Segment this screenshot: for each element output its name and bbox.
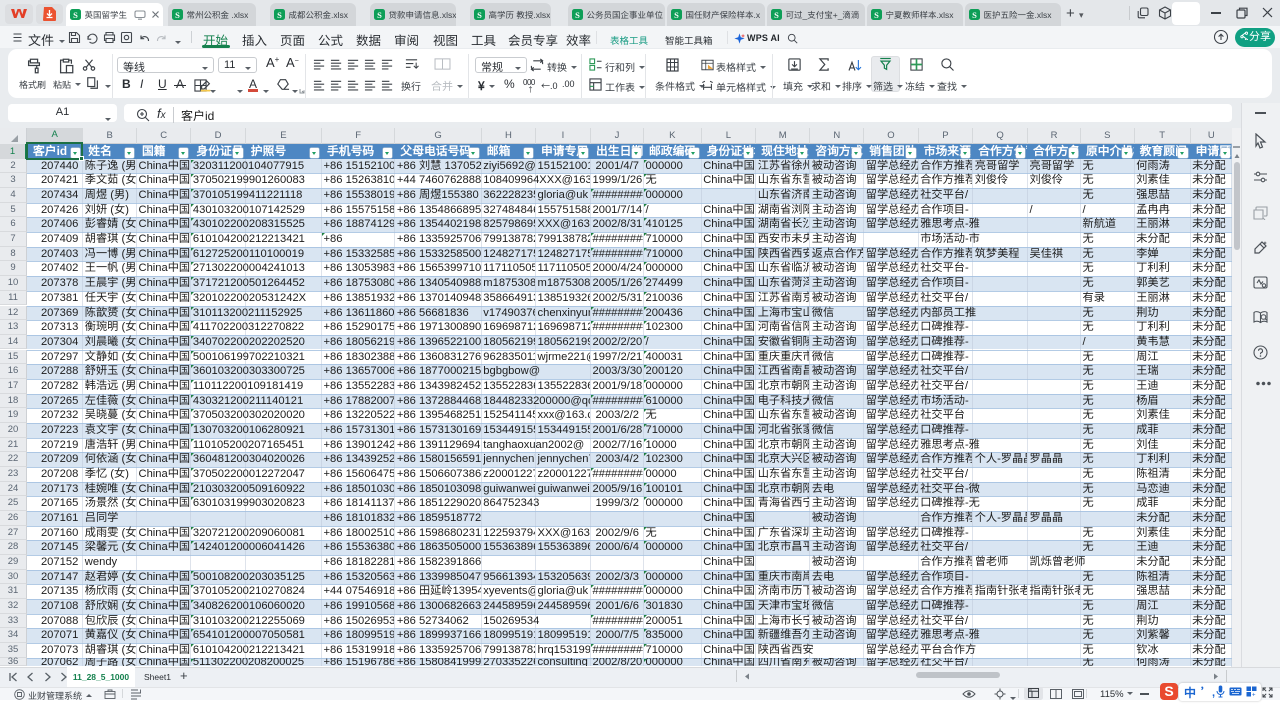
svg-text:+: +: [1252, 693, 1256, 698]
